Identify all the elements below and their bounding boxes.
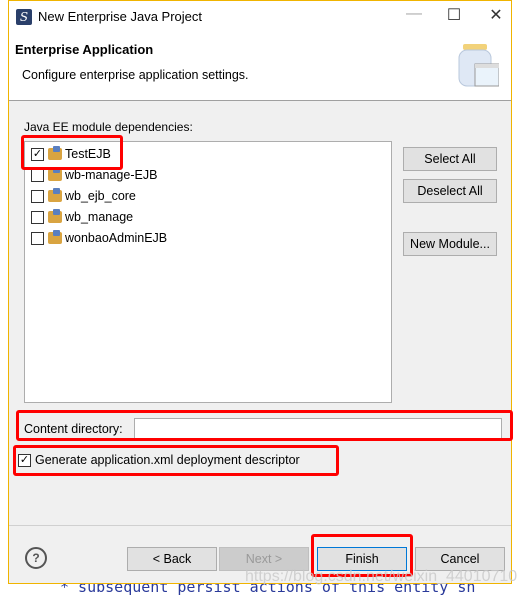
highlight-box (16, 410, 513, 441)
highlight-box (13, 445, 339, 476)
page-description: Configure enterprise application setting… (22, 68, 249, 82)
module-name: wb_ejb_core (65, 189, 136, 203)
help-icon[interactable]: ? (25, 547, 47, 569)
page-title: Enterprise Application (15, 42, 154, 57)
eclipse-logo-icon: S (16, 8, 32, 25)
module-item-wb-ejb-core[interactable]: wb_ejb_core (31, 187, 136, 205)
new-project-dialog: S New Enterprise Java Project — ☐ ✕ Ente… (8, 0, 513, 584)
watermark: https://blog.csdn.net/weixin_44010710 (245, 568, 518, 585)
module-name: wb-manage-EJB (65, 168, 158, 182)
close-button[interactable]: ✕ (481, 5, 511, 25)
title-bar: S New Enterprise Java Project — ☐ ✕ (9, 1, 511, 32)
checkbox[interactable] (31, 210, 44, 224)
module-name: wb_manage (65, 210, 134, 224)
ejb-project-icon (48, 209, 62, 223)
checkbox[interactable] (31, 189, 44, 203)
module-dependencies-label: Java EE module dependencies: (24, 120, 193, 134)
ejb-project-icon (48, 230, 62, 244)
maximize-button[interactable]: ☐ (439, 5, 469, 25)
highlight-box (21, 135, 123, 170)
module-name: wonbaoAdminEJB (65, 231, 168, 245)
window-title: New Enterprise Java Project (38, 9, 203, 24)
module-item-wonbaoadminejb[interactable]: wonbaoAdminEJB (31, 229, 167, 247)
deselect-all-button[interactable]: Deselect All (403, 179, 497, 203)
wizard-banner: Enterprise Application Configure enterpr… (9, 32, 511, 101)
module-list[interactable]: ✓ TestEJB wb-manage-EJB wb_ejb_core wb_ma… (24, 141, 392, 403)
module-item-wb-manage[interactable]: wb_manage (31, 208, 133, 226)
new-module-button[interactable]: New Module... (403, 232, 497, 256)
ejb-project-icon (48, 167, 62, 181)
select-all-button[interactable]: Select All (403, 147, 497, 171)
jar-window-icon (458, 44, 499, 87)
minimize-button[interactable]: — (399, 5, 429, 23)
checkbox[interactable] (31, 231, 44, 245)
checkbox[interactable] (31, 168, 44, 182)
ejb-project-icon (48, 188, 62, 202)
back-button[interactable]: < Back (127, 547, 217, 571)
